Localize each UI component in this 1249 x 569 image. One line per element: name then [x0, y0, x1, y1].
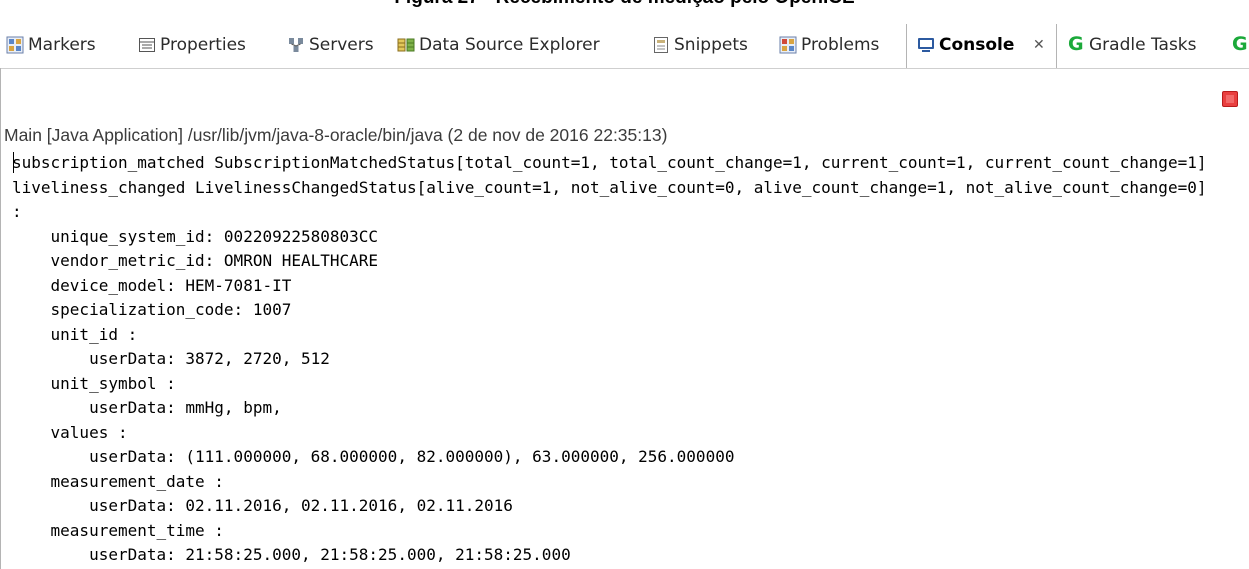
problems-icon [779, 36, 797, 54]
close-icon[interactable]: ✕ [1033, 24, 1045, 66]
console-line: subscription_matched SubscriptionMatched… [12, 153, 1207, 172]
console-output[interactable]: subscription_matched SubscriptionMatched… [12, 151, 1249, 569]
text-caret [13, 152, 14, 173]
snippets-icon [654, 37, 668, 53]
console-line: : [12, 202, 22, 221]
view-tab-bar: Markers Properties Servers Data Source E… [0, 24, 1249, 68]
view-left-border [0, 68, 1, 569]
console-line: measurement_date : [12, 471, 224, 491]
tab-console[interactable]: Console ✕ [906, 24, 1057, 68]
console-line: liveliness_changed LivelinessChangedStat… [12, 177, 1207, 197]
tab-label-data-source-explorer: Data Source Explorer [419, 35, 600, 55]
console-icon [918, 38, 934, 52]
tab-label-console: Console [939, 35, 1015, 55]
servers-icon [289, 38, 303, 52]
console-line: values : [12, 422, 128, 442]
tab-label-problems: Problems [801, 35, 880, 55]
console-line: unit_symbol : [12, 373, 176, 393]
database-icon [397, 38, 415, 52]
terminate-button[interactable] [1222, 91, 1238, 107]
gradle-icon: G [1232, 33, 1248, 55]
tab-label-servers: Servers [309, 35, 374, 55]
properties-icon [139, 38, 155, 52]
tab-label-gradle-tasks: Gradle Tasks [1089, 35, 1197, 55]
tab-label-snippets: Snippets [674, 35, 748, 55]
tab-label-properties: Properties [160, 35, 246, 55]
figure-caption: Figura 27 - Recebimento de medição pelo … [0, 0, 1249, 9]
console-line: userData: 21:58:25.000, 21:58:25.000, 21… [12, 545, 571, 564]
console-line: unique_system_id: 00220922580803CC [12, 226, 379, 246]
console-line: userData: 3872, 2720, 512 [12, 349, 330, 368]
gradle-icon: G [1068, 33, 1084, 55]
console-line: specialization_code: 1007 [12, 300, 292, 319]
markers-icon [6, 36, 24, 54]
console-line: vendor_metric_id: OMRON HEALTHCARE [12, 251, 379, 270]
console-line: device_model: HEM-7081-IT [12, 275, 292, 295]
console-line: userData: mmHg, bpm, [12, 398, 282, 417]
tab-label-markers: Markers [28, 35, 96, 55]
console-line: measurement_time : [12, 520, 224, 540]
process-label: Main [Java Application] /usr/lib/jvm/jav… [4, 125, 668, 145]
console-line: unit_id : [12, 324, 138, 344]
console-line: userData: 02.11.2016, 02.11.2016, 02.11.… [12, 496, 513, 515]
console-line: userData: (111.000000, 68.000000, 82.000… [12, 447, 735, 466]
tab-bar-divider [0, 68, 1249, 69]
